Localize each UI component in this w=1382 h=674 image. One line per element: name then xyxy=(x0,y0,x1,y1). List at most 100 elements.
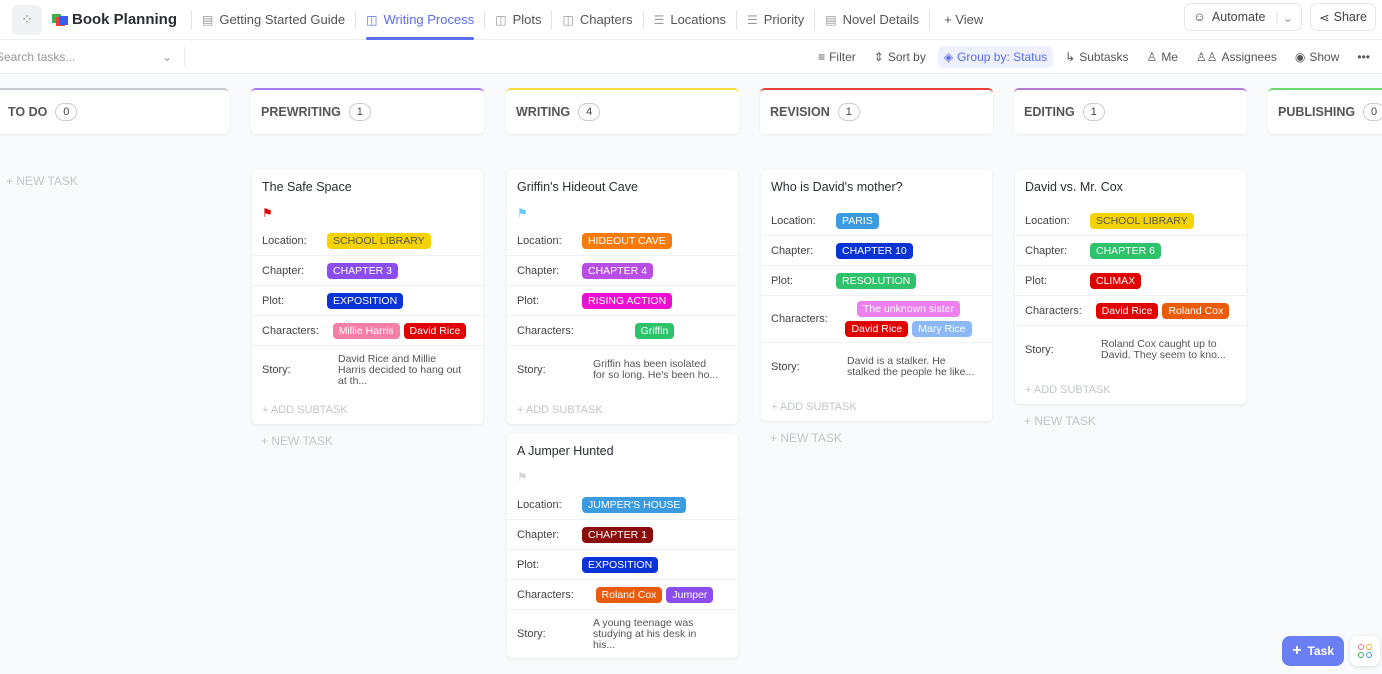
task-card[interactable]: Griffin's Hideout Cave ⚑ Location: HIDEOUT … xyxy=(507,170,738,424)
tag[interactable]: Roland Cox xyxy=(595,586,663,603)
subtasks-button[interactable]: ↳ Subtasks xyxy=(1059,46,1134,68)
tag[interactable]: The unknown sister xyxy=(856,301,961,317)
task-title[interactable]: A Jumper Hunted xyxy=(507,434,738,462)
task-title[interactable]: David vs. Mr. Cox xyxy=(1015,170,1246,198)
chapter-field: Chapter: CHAPTER 4 xyxy=(507,256,738,286)
tag[interactable]: CHAPTER 3 xyxy=(327,262,398,279)
location-field: Location: HIDEOUT CAVE xyxy=(507,226,738,256)
tag[interactable]: Griffin xyxy=(634,322,675,339)
plot-field: Plot: EXPOSITION xyxy=(507,550,738,580)
task-card[interactable]: David vs. Mr. Cox Location: SCHOOL LIBRARY… xyxy=(1015,170,1246,404)
tag[interactable]: CHAPTER 6 xyxy=(1090,242,1161,259)
tab-priority[interactable]: ☰ Priority xyxy=(737,0,814,40)
toolbar: Search tasks... ⌄ ≡ Filter ⇕ Sort by ◈ Group… xyxy=(0,40,1382,74)
new-task-button[interactable]: + NEW TASK xyxy=(1014,414,1247,428)
automate-button[interactable]: ☺ Automate | ⌄ xyxy=(1184,3,1303,31)
chapter-field: Chapter: CHAPTER 10 xyxy=(761,236,992,266)
tab-chapters[interactable]: ◫ Chapters xyxy=(552,0,642,40)
tab-writing-process[interactable]: ◫ Writing Process xyxy=(356,0,484,40)
column-writing: WRITING 4 Griffin's Hideout Cave ⚑ Location… xyxy=(506,88,739,668)
space-title[interactable]: Book Planning xyxy=(72,11,177,28)
add-subtask-button[interactable]: + ADD SUBTASK xyxy=(761,391,992,421)
chevron-down-icon[interactable]: ⌄ xyxy=(162,50,172,64)
chapter-field: Chapter: CHAPTER 1 xyxy=(507,520,738,550)
task-title[interactable]: Who is David's mother? xyxy=(761,170,992,198)
task-card[interactable]: The Safe Space ⚑ Location: SCHOOL LIBRARY Ch… xyxy=(252,170,483,424)
tag[interactable]: EXPOSITION xyxy=(582,556,659,573)
apps-icon[interactable] xyxy=(1350,636,1380,666)
eye-icon: ◉ xyxy=(1294,50,1306,64)
show-button[interactable]: ◉ Show xyxy=(1289,46,1346,68)
column-header: EDITING 1 xyxy=(1014,88,1247,134)
tag[interactable]: RISING ACTION xyxy=(582,292,673,309)
story-field: Story: David Rice and Millie Harris decid… xyxy=(262,352,462,387)
loading-icon[interactable]: ⁘ xyxy=(12,4,42,35)
share-button[interactable]: ⋖ Share xyxy=(1310,3,1376,31)
search-input[interactable]: Search tasks... ⌄ xyxy=(0,46,185,67)
board-icon: ◫ xyxy=(562,12,574,27)
tag[interactable]: David Rice xyxy=(403,322,467,339)
task-card[interactable]: Who is David's mother? Location: PARIS Chap… xyxy=(761,170,992,421)
story-field: Story: Griffin has been isolated for so l… xyxy=(517,358,719,381)
filter-icon: ≡ xyxy=(818,50,826,64)
tag[interactable]: Mary Rice xyxy=(912,321,972,337)
characters-field: Characters: David Rice Roland Cox xyxy=(1015,296,1246,326)
tag[interactable]: RESOLUTION xyxy=(836,272,917,289)
tag[interactable]: CHAPTER 10 xyxy=(836,242,913,259)
tag[interactable]: CHAPTER 4 xyxy=(582,262,653,279)
column-header: TO DO 0 xyxy=(0,88,229,134)
sort-button[interactable]: ⇕ Sort by xyxy=(868,46,932,68)
tag[interactable]: SCHOOL LIBRARY xyxy=(1090,212,1194,229)
filter-button[interactable]: ≡ Filter xyxy=(812,46,862,68)
task-title[interactable]: The Safe Space xyxy=(252,170,483,198)
chapter-field: Chapter: CHAPTER 3 xyxy=(252,256,483,286)
tab-getting-started[interactable]: ▤ Getting Started Guide xyxy=(192,0,355,40)
task-title[interactable]: Griffin's Hideout Cave xyxy=(507,170,738,198)
task-card[interactable]: A Jumper Hunted ⚑ Location: JUMPER'S HOUSE C… xyxy=(507,434,738,658)
flag-icon[interactable]: ⚑ xyxy=(507,462,738,490)
column-header: PREWRITING 1 xyxy=(251,88,484,134)
tab-novel-details[interactable]: ▤ Novel Details xyxy=(815,0,929,40)
add-subtask-button[interactable]: + ADD SUBTASK xyxy=(1015,374,1246,404)
tag[interactable]: SCHOOL LIBRARY xyxy=(327,232,431,249)
doc-icon: ▤ xyxy=(825,12,837,27)
layers-icon: ◈ xyxy=(943,50,954,64)
new-task-button[interactable]: + NEW TASK xyxy=(0,174,229,188)
new-task-button[interactable]: + NEW TASK xyxy=(760,431,993,445)
tag[interactable]: CLIMAX xyxy=(1090,272,1142,289)
tag[interactable]: Roland Cox xyxy=(1162,302,1230,319)
tab-plots[interactable]: ◫ Plots xyxy=(485,0,551,40)
space-icon xyxy=(52,13,68,26)
flag-icon[interactable]: ⚑ xyxy=(252,198,483,226)
me-button[interactable]: ♙ Me xyxy=(1141,46,1184,68)
chevron-down-icon[interactable]: ⌄ xyxy=(1283,10,1293,25)
sort-icon: ⇕ xyxy=(873,50,884,64)
characters-field: Characters: Roland Cox Jumper xyxy=(507,580,738,610)
tag[interactable]: Jumper xyxy=(666,586,714,603)
board-icon: ◫ xyxy=(366,12,378,27)
story-field: Story: A young teenage was studying at hi… xyxy=(517,616,697,651)
flag-icon[interactable]: ⚑ xyxy=(507,198,738,226)
tab-locations[interactable]: ☰ Locations xyxy=(644,0,736,40)
new-task-button[interactable]: + NEW TASK xyxy=(251,434,484,448)
add-subtask-button[interactable]: + ADD SUBTASK xyxy=(507,394,738,424)
tag[interactable]: PARIS xyxy=(836,212,879,229)
tag[interactable]: EXPOSITION xyxy=(327,292,404,309)
tag[interactable]: Millie Harris xyxy=(332,322,400,339)
tag[interactable]: HIDEOUT CAVE xyxy=(582,232,672,249)
tag[interactable]: CHAPTER 1 xyxy=(582,526,653,543)
list-icon: ☰ xyxy=(653,12,665,27)
add-view-button[interactable]: + View xyxy=(934,0,993,40)
more-icon[interactable]: ••• xyxy=(1351,46,1376,68)
column-publishing: PUBLISHING 0 xyxy=(1268,88,1382,134)
characters-field: Characters: Griffin xyxy=(507,316,738,346)
tag[interactable]: David Rice xyxy=(1095,302,1159,319)
column-header: REVISION 1 xyxy=(760,88,993,134)
story-field: Story: David is a stalker. He stalked the… xyxy=(771,355,975,378)
assignees-button[interactable]: ♙♙ Assignees xyxy=(1190,46,1283,68)
add-subtask-button[interactable]: + ADD SUBTASK xyxy=(252,394,483,424)
tag[interactable]: David Rice xyxy=(845,321,909,337)
add-task-button[interactable]: + Task xyxy=(1282,636,1344,666)
group-by-button[interactable]: ◈ Group by: Status xyxy=(937,46,1054,68)
tag[interactable]: JUMPER'S HOUSE xyxy=(582,496,687,513)
